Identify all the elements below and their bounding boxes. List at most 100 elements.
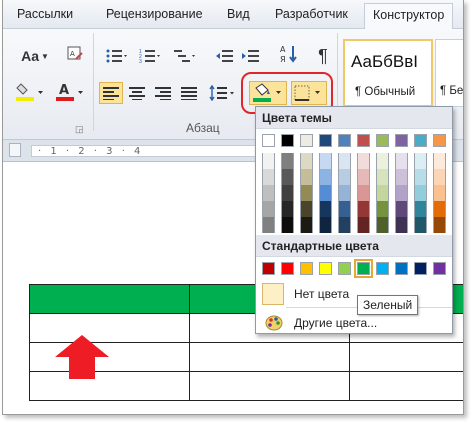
- theme-color-swatch[interactable]: [300, 169, 313, 185]
- theme-color-swatch[interactable]: [395, 201, 408, 217]
- theme-color-swatch[interactable]: [262, 201, 275, 217]
- theme-color-swatch[interactable]: [319, 134, 332, 147]
- borders-button[interactable]: [291, 81, 327, 105]
- theme-color-swatch[interactable]: [433, 185, 446, 201]
- theme-color-swatch[interactable]: [414, 169, 427, 185]
- standard-color-swatch[interactable]: [433, 262, 446, 275]
- theme-color-swatch[interactable]: [262, 134, 275, 147]
- theme-color-swatch[interactable]: [414, 217, 427, 233]
- theme-color-swatch[interactable]: [414, 185, 427, 201]
- justify-button[interactable]: [177, 82, 201, 104]
- theme-color-swatch[interactable]: [338, 201, 351, 217]
- standard-color-swatch[interactable]: [281, 262, 294, 275]
- theme-color-swatch[interactable]: [338, 217, 351, 233]
- theme-color-swatch[interactable]: [357, 185, 370, 201]
- theme-color-swatch[interactable]: [319, 153, 332, 169]
- standard-color-swatch[interactable]: [262, 262, 275, 275]
- theme-color-swatch[interactable]: [395, 169, 408, 185]
- highlight-color-button[interactable]: [13, 81, 47, 103]
- align-left-button[interactable]: [99, 82, 123, 104]
- theme-color-swatch[interactable]: [433, 217, 446, 233]
- theme-color-swatch[interactable]: [319, 201, 332, 217]
- theme-color-swatch[interactable]: [300, 185, 313, 201]
- numbering-button[interactable]: 123: [136, 45, 164, 67]
- standard-color-swatch[interactable]: [376, 262, 389, 275]
- style-no-spacing[interactable]: ¶ Бе: [435, 39, 463, 107]
- theme-color-swatch[interactable]: [376, 169, 389, 185]
- theme-color-swatch[interactable]: [281, 153, 294, 169]
- standard-color-swatch[interactable]: [354, 259, 373, 278]
- theme-color-swatch[interactable]: [395, 217, 408, 233]
- bullets-button[interactable]: [103, 45, 131, 67]
- table-cell[interactable]: [29, 313, 190, 343]
- line-spacing-button[interactable]: [207, 82, 237, 104]
- theme-color-swatch[interactable]: [262, 169, 275, 185]
- theme-color-swatch[interactable]: [433, 201, 446, 217]
- more-colors-item[interactable]: Другие цвета...: [258, 310, 452, 335]
- tab-view[interactable]: Вид: [227, 7, 250, 21]
- table-cell[interactable]: [349, 371, 463, 401]
- table-cell[interactable]: [349, 342, 463, 372]
- show-formatting-marks-button[interactable]: ¶: [311, 45, 335, 67]
- tab-mailings[interactable]: Рассылки: [17, 7, 73, 21]
- theme-color-swatch[interactable]: [395, 134, 408, 147]
- theme-color-swatch[interactable]: [414, 134, 427, 147]
- table-cell[interactable]: [29, 342, 190, 372]
- theme-color-swatch[interactable]: [262, 185, 275, 201]
- align-right-button[interactable]: [151, 82, 175, 104]
- theme-color-swatch[interactable]: [281, 201, 294, 217]
- tab-developer[interactable]: Разработчик: [275, 7, 348, 21]
- theme-color-swatch[interactable]: [357, 134, 370, 147]
- tab-design[interactable]: Конструктор: [364, 3, 454, 30]
- theme-color-swatch[interactable]: [433, 153, 446, 169]
- theme-color-swatch[interactable]: [281, 134, 294, 147]
- theme-color-swatch[interactable]: [300, 153, 313, 169]
- theme-color-swatch[interactable]: [300, 201, 313, 217]
- theme-color-swatch[interactable]: [395, 185, 408, 201]
- table-cell[interactable]: [29, 371, 190, 401]
- theme-color-swatch[interactable]: [376, 201, 389, 217]
- standard-color-swatch[interactable]: [300, 262, 313, 275]
- increase-indent-button[interactable]: [239, 45, 263, 67]
- theme-color-swatch[interactable]: [281, 217, 294, 233]
- standard-color-swatch[interactable]: [338, 262, 351, 275]
- theme-color-swatch[interactable]: [376, 217, 389, 233]
- theme-color-swatch[interactable]: [300, 217, 313, 233]
- theme-color-swatch[interactable]: [338, 153, 351, 169]
- theme-color-swatch[interactable]: [338, 134, 351, 147]
- table-cell[interactable]: [189, 342, 350, 372]
- theme-color-swatch[interactable]: [395, 153, 408, 169]
- multilevel-list-button[interactable]: [171, 45, 199, 67]
- tab-review[interactable]: Рецензирование: [106, 7, 203, 21]
- theme-color-swatch[interactable]: [338, 169, 351, 185]
- theme-color-swatch[interactable]: [376, 153, 389, 169]
- clear-formatting-icon[interactable]: A: [63, 43, 87, 65]
- standard-color-swatch[interactable]: [319, 262, 332, 275]
- shading-button[interactable]: [249, 81, 287, 105]
- change-case-button[interactable]: Aa ▼: [19, 45, 51, 67]
- theme-color-swatch[interactable]: [262, 153, 275, 169]
- standard-color-swatch[interactable]: [395, 262, 408, 275]
- font-color-button[interactable]: A: [53, 81, 87, 103]
- theme-color-swatch[interactable]: [357, 201, 370, 217]
- tab-selector[interactable]: [9, 143, 21, 157]
- theme-color-swatch[interactable]: [281, 185, 294, 201]
- theme-color-swatch[interactable]: [376, 185, 389, 201]
- theme-color-swatch[interactable]: [357, 153, 370, 169]
- dialog-launcher-icon[interactable]: ◲: [75, 124, 84, 135]
- style-normal[interactable]: АаБбВвІ ¶ Обычный: [343, 39, 433, 107]
- theme-color-swatch[interactable]: [319, 169, 332, 185]
- standard-color-swatch[interactable]: [414, 262, 427, 275]
- theme-color-swatch[interactable]: [433, 134, 446, 147]
- theme-color-swatch[interactable]: [414, 153, 427, 169]
- sort-button[interactable]: АЯ: [277, 43, 301, 65]
- theme-color-swatch[interactable]: [281, 169, 294, 185]
- theme-color-swatch[interactable]: [414, 201, 427, 217]
- theme-color-swatch[interactable]: [376, 134, 389, 147]
- theme-color-swatch[interactable]: [357, 169, 370, 185]
- table-header-cell[interactable]: [29, 284, 190, 314]
- theme-color-swatch[interactable]: [338, 185, 351, 201]
- theme-color-swatch[interactable]: [319, 217, 332, 233]
- theme-color-swatch[interactable]: [433, 169, 446, 185]
- theme-color-swatch[interactable]: [357, 217, 370, 233]
